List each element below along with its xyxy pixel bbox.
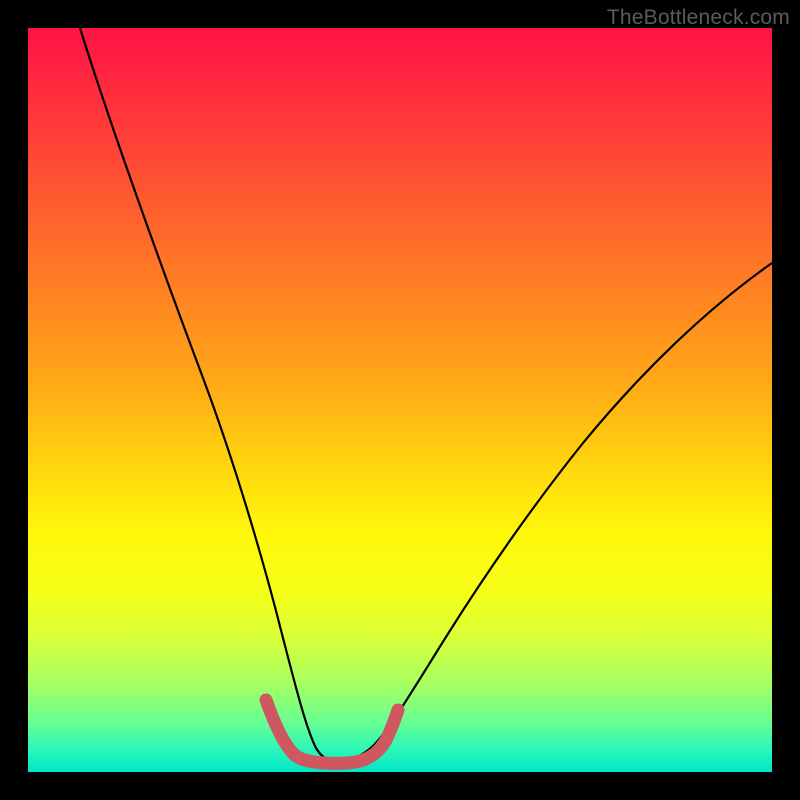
bottleneck-curve bbox=[80, 28, 772, 761]
chart-frame: TheBottleneck.com bbox=[0, 0, 800, 800]
chart-svg bbox=[28, 28, 772, 772]
gradient-plot-area bbox=[28, 28, 772, 772]
target-marker-path bbox=[266, 700, 398, 763]
watermark-text: TheBottleneck.com bbox=[607, 6, 790, 30]
